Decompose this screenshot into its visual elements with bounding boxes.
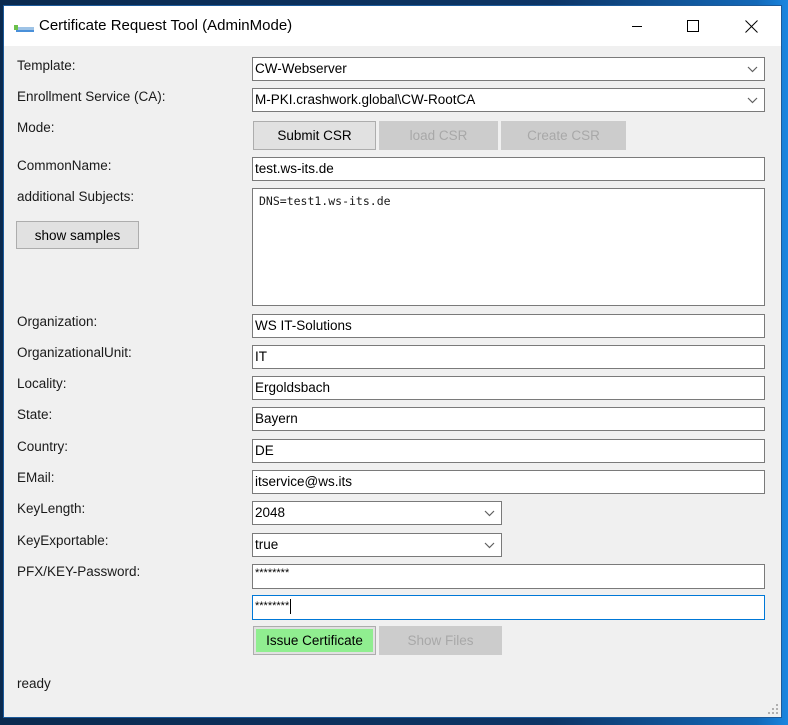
key-exportable-value: true — [255, 537, 279, 552]
organization-label: Organization: — [17, 314, 98, 329]
password-label: PFX/KEY-Password: — [17, 564, 141, 579]
close-icon — [744, 19, 758, 33]
state-label: State: — [17, 407, 53, 422]
email-input[interactable]: itservice@ws.its — [252, 470, 765, 494]
template-value: CW-Webserver — [255, 61, 347, 76]
minimize-icon — [632, 26, 642, 27]
title-bar[interactable]: Certificate Request Tool (AdminMode) — [4, 6, 781, 46]
key-exportable-dropdown[interactable]: true — [252, 533, 502, 557]
chevron-down-icon — [747, 58, 758, 80]
main-window: Certificate Request Tool (AdminMode) Tem… — [3, 5, 782, 718]
locality-label: Locality: — [17, 376, 67, 391]
email-label: EMail: — [17, 470, 55, 485]
create-csr-button[interactable]: Create CSR — [501, 121, 626, 150]
password-confirm-value: ******** — [255, 600, 290, 612]
load-csr-button[interactable]: load CSR — [379, 121, 498, 150]
organization-input[interactable]: WS IT-Solutions — [252, 314, 765, 338]
key-length-value: 2048 — [255, 505, 286, 520]
key-exportable-label: KeyExportable: — [17, 533, 109, 548]
password-confirm-input[interactable]: ******** — [252, 595, 765, 620]
additional-subjects-label: additional Subjects: — [17, 189, 135, 204]
template-label: Template: — [17, 58, 76, 73]
template-dropdown[interactable]: CW-Webserver — [252, 57, 765, 81]
close-button[interactable] — [728, 6, 774, 46]
status-text: ready — [17, 676, 51, 691]
state-input[interactable]: Bayern — [252, 407, 765, 431]
minimize-button[interactable] — [614, 6, 660, 46]
chevron-down-icon — [747, 89, 758, 111]
maximize-button[interactable] — [670, 6, 716, 46]
show-files-button[interactable]: Show Files — [379, 626, 502, 655]
organizational-unit-input[interactable]: IT — [252, 345, 765, 369]
enrollment-service-dropdown[interactable]: M-PKI.crashwork.global\CW-RootCA — [252, 88, 765, 112]
app-icon — [13, 21, 35, 32]
key-length-label: KeyLength: — [17, 501, 86, 516]
form-content: Template: CW-Webserver Enrollment Servic… — [4, 46, 781, 717]
issue-certificate-button[interactable]: Issue Certificate — [253, 626, 376, 655]
show-samples-button[interactable]: show samples — [16, 221, 139, 249]
country-label: Country: — [17, 439, 69, 454]
additional-subjects-textarea[interactable]: DNS=test1.ws-its.de — [252, 188, 765, 306]
issue-certificate-label: Issue Certificate — [256, 629, 373, 652]
chevron-down-icon — [484, 534, 495, 556]
maximize-icon — [687, 20, 699, 32]
window-title: Certificate Request Tool (AdminMode) — [39, 17, 293, 34]
text-caret — [290, 598, 292, 614]
common-name-input[interactable]: test.ws-its.de — [252, 157, 765, 181]
resize-grip-icon[interactable] — [768, 704, 778, 714]
enrollment-service-value: M-PKI.crashwork.global\CW-RootCA — [255, 92, 476, 107]
chevron-down-icon — [484, 502, 495, 524]
mode-label: Mode: — [17, 120, 55, 135]
key-length-dropdown[interactable]: 2048 — [252, 501, 502, 525]
locality-input[interactable]: Ergoldsbach — [252, 376, 765, 400]
password-input[interactable]: ******** — [252, 564, 765, 589]
enrollment-service-label: Enrollment Service (CA): — [17, 89, 166, 104]
country-input[interactable]: DE — [252, 439, 765, 463]
organizational-unit-label: OrganizationalUnit: — [17, 345, 132, 360]
submit-csr-button[interactable]: Submit CSR — [253, 121, 376, 150]
common-name-label: CommonName: — [17, 158, 112, 173]
